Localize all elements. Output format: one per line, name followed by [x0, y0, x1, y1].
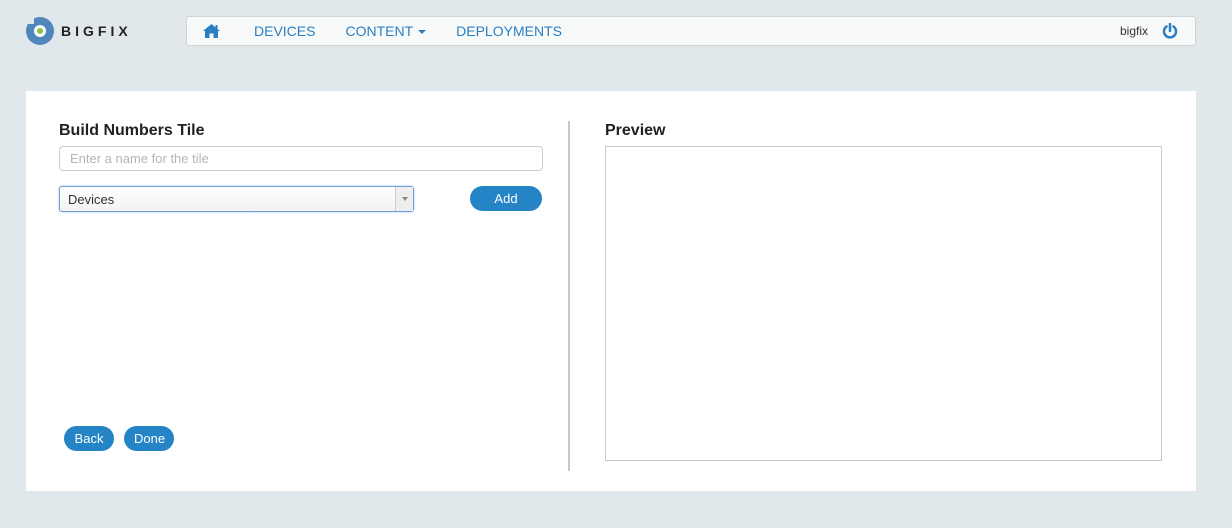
builder-section: Build Numbers Tile Devices Add Item Back…	[59, 91, 543, 491]
user-name[interactable]: bigfix	[1120, 24, 1148, 38]
bigfix-logo-icon	[25, 16, 55, 46]
bigfix-logo[interactable]: BIGFIX	[25, 15, 132, 47]
tile-name-input[interactable]	[59, 146, 543, 171]
power-icon[interactable]	[1162, 23, 1178, 39]
nav-deployments[interactable]: DEPLOYMENTS	[456, 23, 562, 39]
preview-title: Preview	[605, 122, 666, 139]
back-button[interactable]: Back	[64, 426, 114, 451]
brand-name: BIGFIX	[61, 23, 132, 39]
nav-content-label: CONTENT	[345, 23, 414, 39]
tile-builder-panel: Build Numbers Tile Devices Add Item Back…	[26, 91, 1196, 491]
nav-devices[interactable]: DEVICES	[254, 23, 315, 39]
top-navbar: DEVICES CONTENT DEPLOYMENTS bigfix	[186, 16, 1196, 46]
column-divider	[568, 121, 570, 471]
nav-content[interactable]: CONTENT	[345, 23, 427, 39]
item-type-select[interactable]: Devices	[59, 186, 414, 212]
item-type-select-value: Devices	[68, 191, 115, 207]
builder-title: Build Numbers Tile	[59, 122, 205, 139]
home-button[interactable]	[202, 23, 220, 39]
preview-box	[605, 146, 1162, 461]
done-button[interactable]: Done	[124, 426, 174, 451]
home-icon	[202, 24, 220, 38]
dropdown-arrow-icon[interactable]	[395, 187, 413, 211]
preview-section: Preview	[605, 91, 1162, 491]
chevron-down-icon	[418, 30, 427, 35]
add-item-button[interactable]: Add Item	[470, 186, 542, 231]
